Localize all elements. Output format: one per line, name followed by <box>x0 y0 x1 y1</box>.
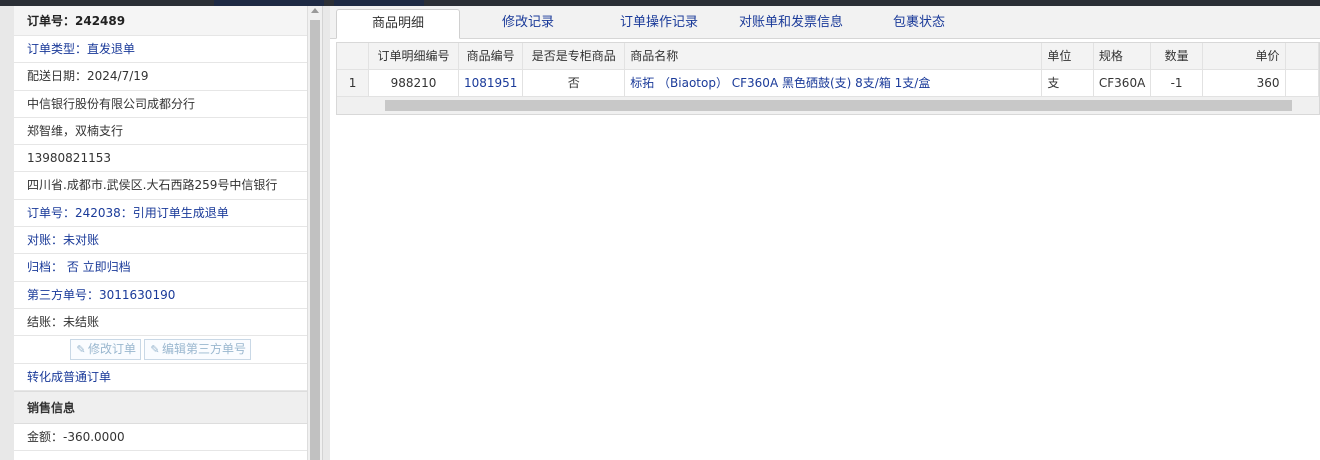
order-field: 配送日期：2024/7/19 <box>14 63 307 91</box>
pencil-square-icon: ✎ <box>150 343 160 357</box>
order-info-panel: 订单号：242489 订单类型：直发退单 配送日期：2024/7/19 中信银行股份… <box>14 6 308 460</box>
counter-item-cell: 否 <box>522 69 626 97</box>
row-number: 1 <box>337 69 370 97</box>
order-field[interactable]: 第三方单号：3011630190 <box>14 282 307 309</box>
scrollbar-thumb[interactable] <box>310 20 320 460</box>
order-field: 四川省.成都市.武侯区.大石西路259号中信银行 <box>14 172 307 200</box>
order-field[interactable]: 归档： 否 立即归档 <box>14 254 307 282</box>
order-action-buttons: ✎ 修改订单 ✎ 编辑第三方单号 <box>14 336 307 364</box>
sales-amount: 金额：-360.0000 <box>14 424 307 452</box>
product-detail-grid: 订单明细编号 商品编号 是否是专柜商品 商品名称 单位 规格 数量 单价 1 9… <box>336 42 1320 115</box>
order-number-header: 订单号：242489 <box>14 6 307 36</box>
tab-product-details[interactable]: 商品明细 <box>336 9 460 39</box>
tab-modification-log[interactable]: 修改记录 <box>470 9 586 39</box>
detail-id-cell: 988210 <box>368 69 459 97</box>
sales-info-title: 销售信息 <box>14 390 307 424</box>
pencil-square-icon: ✎ <box>76 343 86 357</box>
column-header[interactable]: 规格 <box>1093 43 1152 70</box>
filler-cell <box>1285 69 1319 97</box>
order-field: 13980821153 <box>14 145 307 173</box>
order-field: 中信银行股份有限公司成都分行 <box>14 91 307 118</box>
order-field[interactable]: 对账：未对账 <box>14 227 307 255</box>
grid-header-row: 订单明细编号 商品编号 是否是专柜商品 商品名称 单位 规格 数量 单价 <box>337 43 1319 70</box>
panel-splitter[interactable] <box>322 6 330 460</box>
scroll-up-arrow-icon[interactable] <box>311 8 319 13</box>
product-name-link[interactable]: 标拓 （Biaotop） CF360A 黑色硒鼓(支) 8支/箱 1支/盒 <box>624 69 1043 97</box>
tab-package-status[interactable]: 包裹状态 <box>866 9 972 39</box>
unit-cell: 支 <box>1041 69 1094 97</box>
convert-to-normal-order-link[interactable]: 转化成普通订单 <box>14 364 307 391</box>
left-edge-strip <box>0 6 14 460</box>
order-field[interactable]: 订单类型：直发退单 <box>14 36 307 64</box>
spec-cell: CF360A <box>1093 69 1152 97</box>
tab-bar: 商品明细 修改记录 订单操作记录 对账单和发票信息 包裹状态 <box>330 6 1320 39</box>
detail-panel: 商品明细 修改记录 订单操作记录 对账单和发票信息 包裹状态 订单明细编号 商品… <box>330 6 1320 460</box>
column-header[interactable]: 单价 <box>1202 43 1286 70</box>
row-number-header <box>337 43 370 70</box>
tab-order-operation-log[interactable]: 订单操作记录 <box>596 9 722 39</box>
column-header[interactable]: 订单明细编号 <box>368 43 459 70</box>
edit-third-party-number-button[interactable]: ✎ 编辑第三方单号 <box>144 339 252 361</box>
edit-order-button[interactable]: ✎ 修改订单 <box>69 339 141 361</box>
unit-price-cell: 360 <box>1202 69 1286 97</box>
order-fields: 订单类型：直发退单 配送日期：2024/7/19 中信银行股份有限公司成都分行 郑智维… <box>14 36 307 337</box>
column-header[interactable]: 商品编号 <box>458 43 524 70</box>
column-header[interactable]: 是否是专柜商品 <box>522 43 626 70</box>
column-header[interactable]: 商品名称 <box>624 43 1043 70</box>
order-field: 结账：未结账 <box>14 309 307 337</box>
order-field: 郑智维，双楠支行 <box>14 118 307 146</box>
column-header[interactable]: 数量 <box>1150 43 1203 70</box>
quantity-cell: -1 <box>1150 69 1203 97</box>
column-header[interactable]: 单位 <box>1041 43 1094 70</box>
grid-horizontal-scrollbar[interactable] <box>337 97 1319 114</box>
scrollbar-thumb[interactable] <box>385 100 1292 111</box>
column-header-filler <box>1285 43 1319 70</box>
product-id-link[interactable]: 1081951 <box>458 69 524 97</box>
order-field[interactable]: 订单号：242038：引用订单生成退单 <box>14 200 307 228</box>
tab-statement-invoice[interactable]: 对账单和发票信息 <box>726 9 856 39</box>
table-row[interactable]: 1 988210 1081951 否 标拓 （Biaotop） CF360A 黑… <box>337 69 1319 97</box>
left-panel-scrollbar[interactable] <box>308 6 322 460</box>
